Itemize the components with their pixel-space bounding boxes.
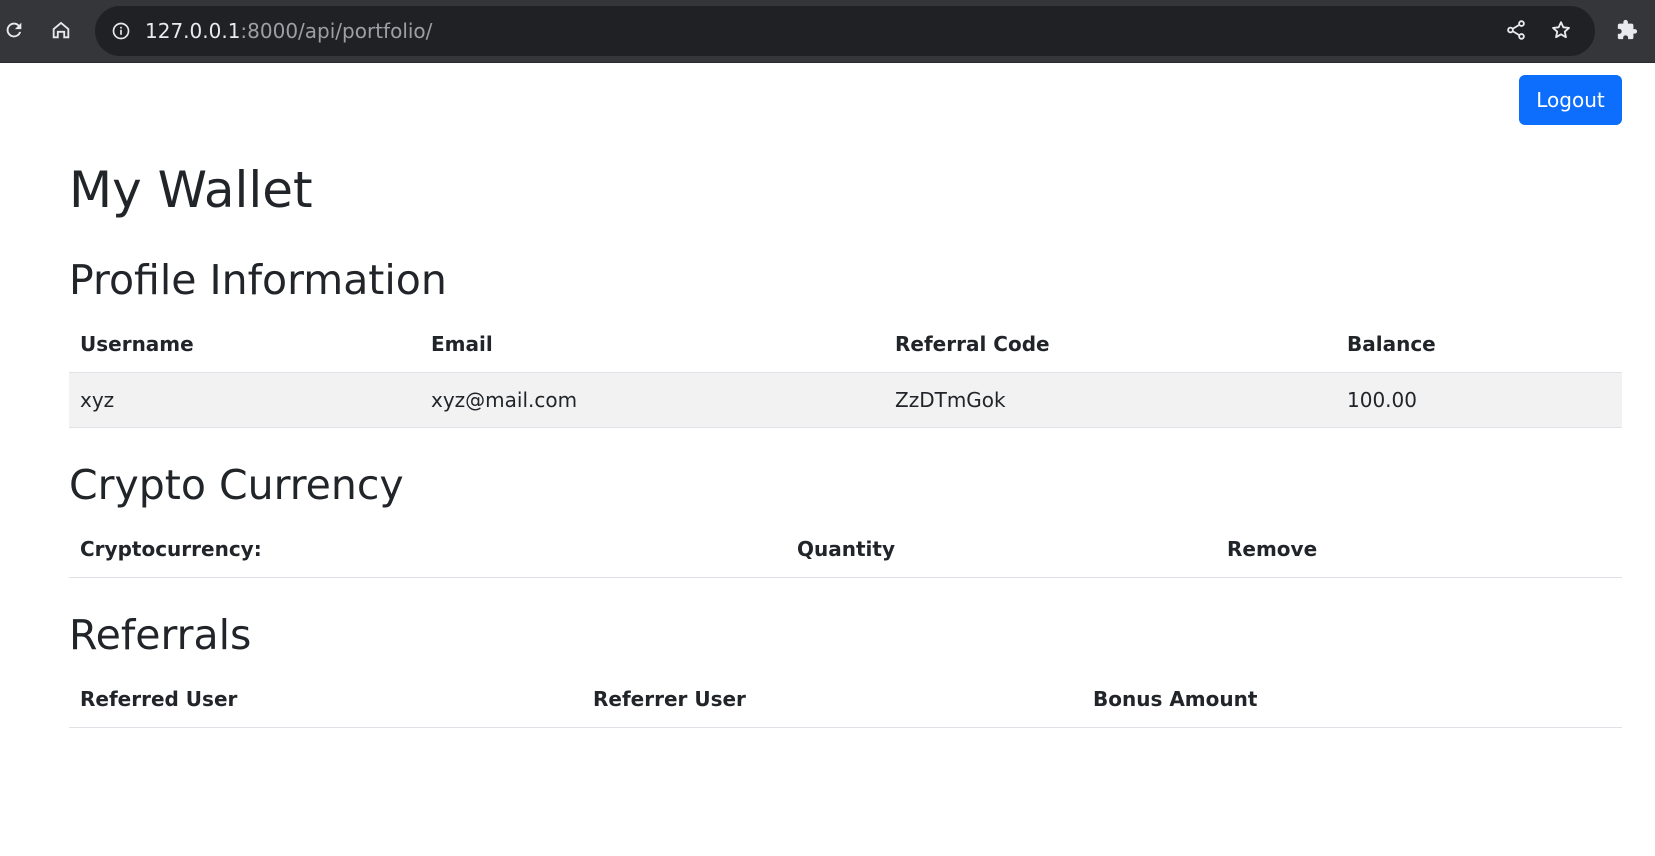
column-header-cryptocurrency: Cryptocurrency: <box>69 522 786 578</box>
url-text[interactable]: 127.0.0.1:8000/api/portfolio/ <box>145 19 432 43</box>
referrals-heading: Referrals <box>69 611 252 659</box>
username-cell: xyz <box>69 372 420 428</box>
address-bar[interactable]: 127.0.0.1:8000/api/portfolio/ <box>95 6 1595 56</box>
info-icon[interactable] <box>109 19 133 43</box>
balance-cell: 100.00 <box>1336 372 1622 428</box>
email-cell: xyz@mail.com <box>420 372 884 428</box>
logout-button[interactable]: Logout <box>1519 75 1622 125</box>
profile-header-row: Username Email Referral Code Balance <box>69 317 1622 373</box>
crypto-header-row: Cryptocurrency: Quantity Remove <box>69 522 1622 578</box>
column-header-referrer-user: Referrer User <box>582 672 1082 728</box>
crypto-heading: Crypto Currency <box>69 461 404 509</box>
home-icon[interactable] <box>43 12 79 48</box>
star-icon[interactable] <box>1550 19 1574 43</box>
column-header-balance: Balance <box>1336 317 1622 373</box>
share-icon[interactable] <box>1505 19 1529 43</box>
browser-toolbar: 127.0.0.1:8000/api/portfolio/ <box>0 0 1655 63</box>
extensions-icon[interactable] <box>1609 12 1645 48</box>
column-header-referral-code: Referral Code <box>884 317 1336 373</box>
profile-heading: Profile Information <box>69 256 447 304</box>
reload-icon[interactable] <box>0 12 32 48</box>
column-header-email: Email <box>420 317 884 373</box>
column-header-referred-user: Referred User <box>69 672 582 728</box>
column-header-username: Username <box>69 317 420 373</box>
referrals-table: Referred User Referrer User Bonus Amount <box>69 672 1622 728</box>
column-header-bonus-amount: Bonus Amount <box>1082 672 1622 728</box>
column-header-remove: Remove <box>1216 522 1622 578</box>
page-title: My Wallet <box>69 161 313 219</box>
crypto-table: Cryptocurrency: Quantity Remove <box>69 522 1622 578</box>
url-host: 127.0.0.1 <box>145 19 241 43</box>
referral-code-cell: ZzDTmGok <box>884 372 1336 428</box>
url-path: :8000/api/portfolio/ <box>240 19 433 43</box>
referrals-header-row: Referred User Referrer User Bonus Amount <box>69 672 1622 728</box>
column-header-quantity: Quantity <box>786 522 1216 578</box>
profile-table: Username Email Referral Code Balance xyz… <box>69 317 1622 428</box>
table-row: xyz xyz@mail.com ZzDTmGok 100.00 <box>69 372 1622 428</box>
